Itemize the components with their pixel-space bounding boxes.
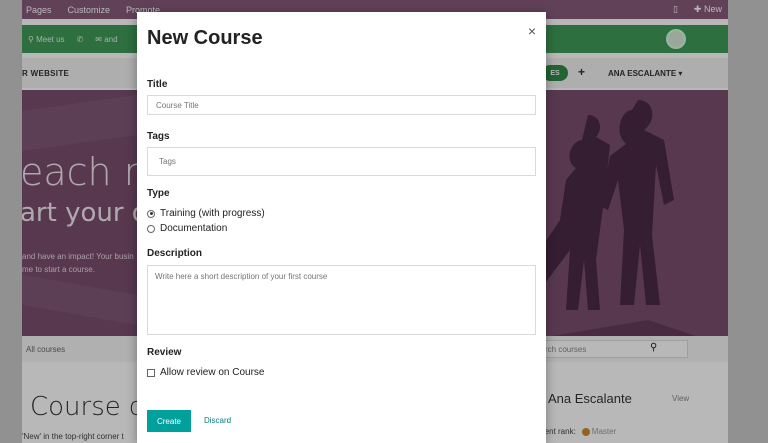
- allow-review-option[interactable]: Allow review on Course: [147, 367, 265, 378]
- type-label: Type: [147, 188, 170, 199]
- type-option-label: Documentation: [160, 223, 228, 234]
- allow-review-checkbox[interactable]: [147, 368, 155, 377]
- allow-review-label: Allow review on Course: [160, 367, 265, 378]
- discard-button[interactable]: Discard: [204, 416, 231, 425]
- dialog-title: New Course: [147, 27, 263, 49]
- course-title-input[interactable]: [147, 95, 536, 115]
- tags-label: Tags: [147, 131, 170, 142]
- type-option-training[interactable]: Training (with progress): [147, 208, 265, 219]
- new-course-dialog: New Course × Title Tags Type Training (w…: [137, 12, 546, 443]
- description-label: Description: [147, 248, 203, 259]
- description-textarea[interactable]: [147, 265, 536, 335]
- radio-selected-icon[interactable]: [147, 209, 155, 218]
- title-label: Title: [147, 79, 168, 90]
- type-option-label: Training (with progress): [160, 208, 265, 219]
- tags-input[interactable]: [147, 147, 536, 176]
- radio-unselected-icon[interactable]: [147, 224, 155, 233]
- close-icon[interactable]: ×: [528, 23, 536, 39]
- create-button[interactable]: Create: [147, 410, 191, 432]
- type-option-documentation[interactable]: Documentation: [147, 223, 227, 234]
- review-label: Review: [147, 347, 182, 358]
